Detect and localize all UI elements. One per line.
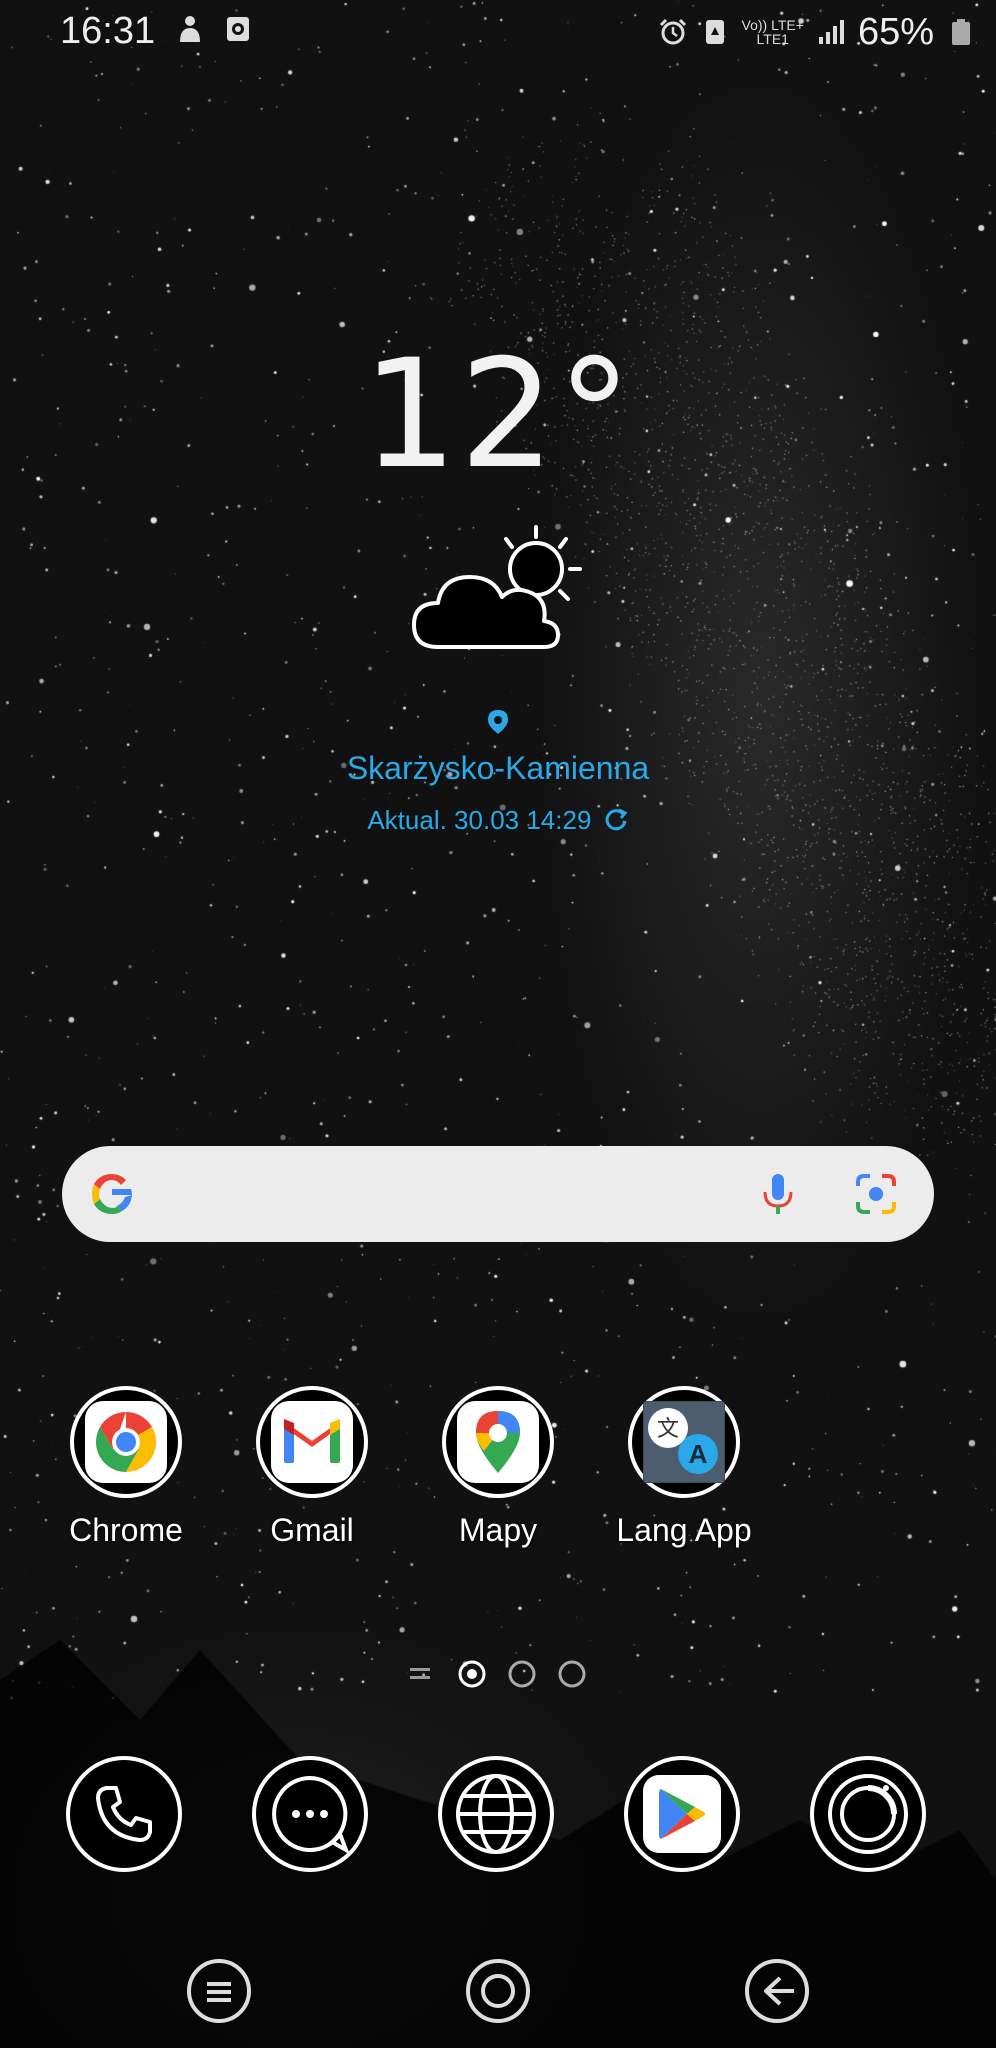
svg-text:文: 文 — [657, 1417, 679, 1442]
messages-icon — [272, 1776, 350, 1855]
update-time[interactable]: Aktual. 30.03 14:29 — [0, 805, 996, 836]
google-lens-icon[interactable] — [850, 1168, 902, 1220]
location-pin-icon — [488, 710, 508, 734]
dock-camera[interactable] — [810, 1756, 926, 1872]
pages-list-icon[interactable] — [410, 1668, 430, 1679]
home-app-row: Chrome Gmail Mapy 文 A Lang App — [0, 1386, 996, 1566]
app-gmail[interactable]: Gmail — [222, 1386, 402, 1549]
notification-screenshot-icon — [227, 17, 249, 41]
app-chrome-icon-frame — [70, 1386, 182, 1498]
battery-percent: 65% — [857, 10, 934, 53]
maps-icon — [476, 1411, 520, 1473]
app-lang-icon-frame: 文 A — [628, 1386, 740, 1498]
dock-browser[interactable] — [438, 1756, 554, 1872]
temperature: 12° — [362, 328, 634, 502]
app-label: Lang App — [616, 1512, 752, 1548]
page-dot-active[interactable] — [458, 1660, 486, 1688]
volte-top: Vo)) LTE+ — [741, 17, 804, 33]
google-g-icon — [92, 1174, 132, 1214]
update-time-text: Aktual. 30.03 14:29 — [367, 805, 592, 835]
google-search-bar[interactable] — [62, 1146, 934, 1242]
volte-bottom: LTE1 — [756, 31, 789, 47]
gmail-icon — [284, 1419, 340, 1463]
home-icon[interactable] — [465, 1958, 531, 2024]
app-lang[interactable]: 文 A Lang App — [594, 1386, 774, 1549]
status-time: 16:31 — [60, 10, 156, 52]
page-dot[interactable] — [558, 1660, 586, 1688]
notification-person-icon — [180, 16, 200, 42]
app-label: Chrome — [69, 1512, 183, 1548]
partly-cloudy-icon — [412, 525, 582, 649]
dock-play-store[interactable] — [624, 1756, 740, 1872]
data-saver-icon — [705, 20, 724, 44]
starfield-wallpaper — [0, 0, 996, 2048]
app-chrome[interactable]: Chrome — [36, 1386, 216, 1549]
page-dot[interactable] — [508, 1660, 536, 1688]
camera-icon — [828, 1774, 908, 1854]
app-gmail-icon-frame — [256, 1386, 368, 1498]
app-label: Mapy — [458, 1512, 538, 1548]
weather-widget[interactable]: 12° — [0, 340, 996, 490]
status-right-icons: Vo)) LTE+ LTE1 65% — [658, 10, 976, 54]
svg-text:A: A — [689, 1439, 708, 1469]
recent-apps-icon[interactable] — [186, 1958, 252, 2024]
back-icon[interactable] — [744, 1958, 810, 2024]
location-name: Skarżysko-Kamienna — [346, 750, 650, 786]
app-maps[interactable]: Mapy — [408, 1386, 588, 1549]
translate-icon: 文 A — [644, 1402, 724, 1482]
signal-icon — [818, 20, 844, 44]
refresh-icon[interactable] — [603, 807, 629, 833]
dock — [0, 1756, 996, 1872]
browser-icon — [456, 1774, 536, 1854]
play-store-icon — [659, 1789, 705, 1839]
dock-phone[interactable] — [66, 1756, 182, 1872]
page-indicator[interactable] — [404, 1656, 604, 1692]
chrome-icon — [95, 1412, 157, 1472]
app-label: Gmail — [270, 1512, 354, 1548]
dock-messages[interactable] — [252, 1756, 368, 1872]
battery-icon — [952, 19, 970, 45]
status-bar: 16:31 Vo)) LTE+ LTE1 65% — [0, 0, 996, 64]
app-maps-icon-frame — [442, 1386, 554, 1498]
voice-search-icon[interactable] — [752, 1168, 804, 1220]
alarm-icon — [659, 18, 686, 45]
navigation-bar — [0, 1950, 996, 2030]
phone-icon — [96, 1786, 152, 1842]
volte-indicator: Vo)) LTE+ LTE1 — [742, 18, 804, 46]
